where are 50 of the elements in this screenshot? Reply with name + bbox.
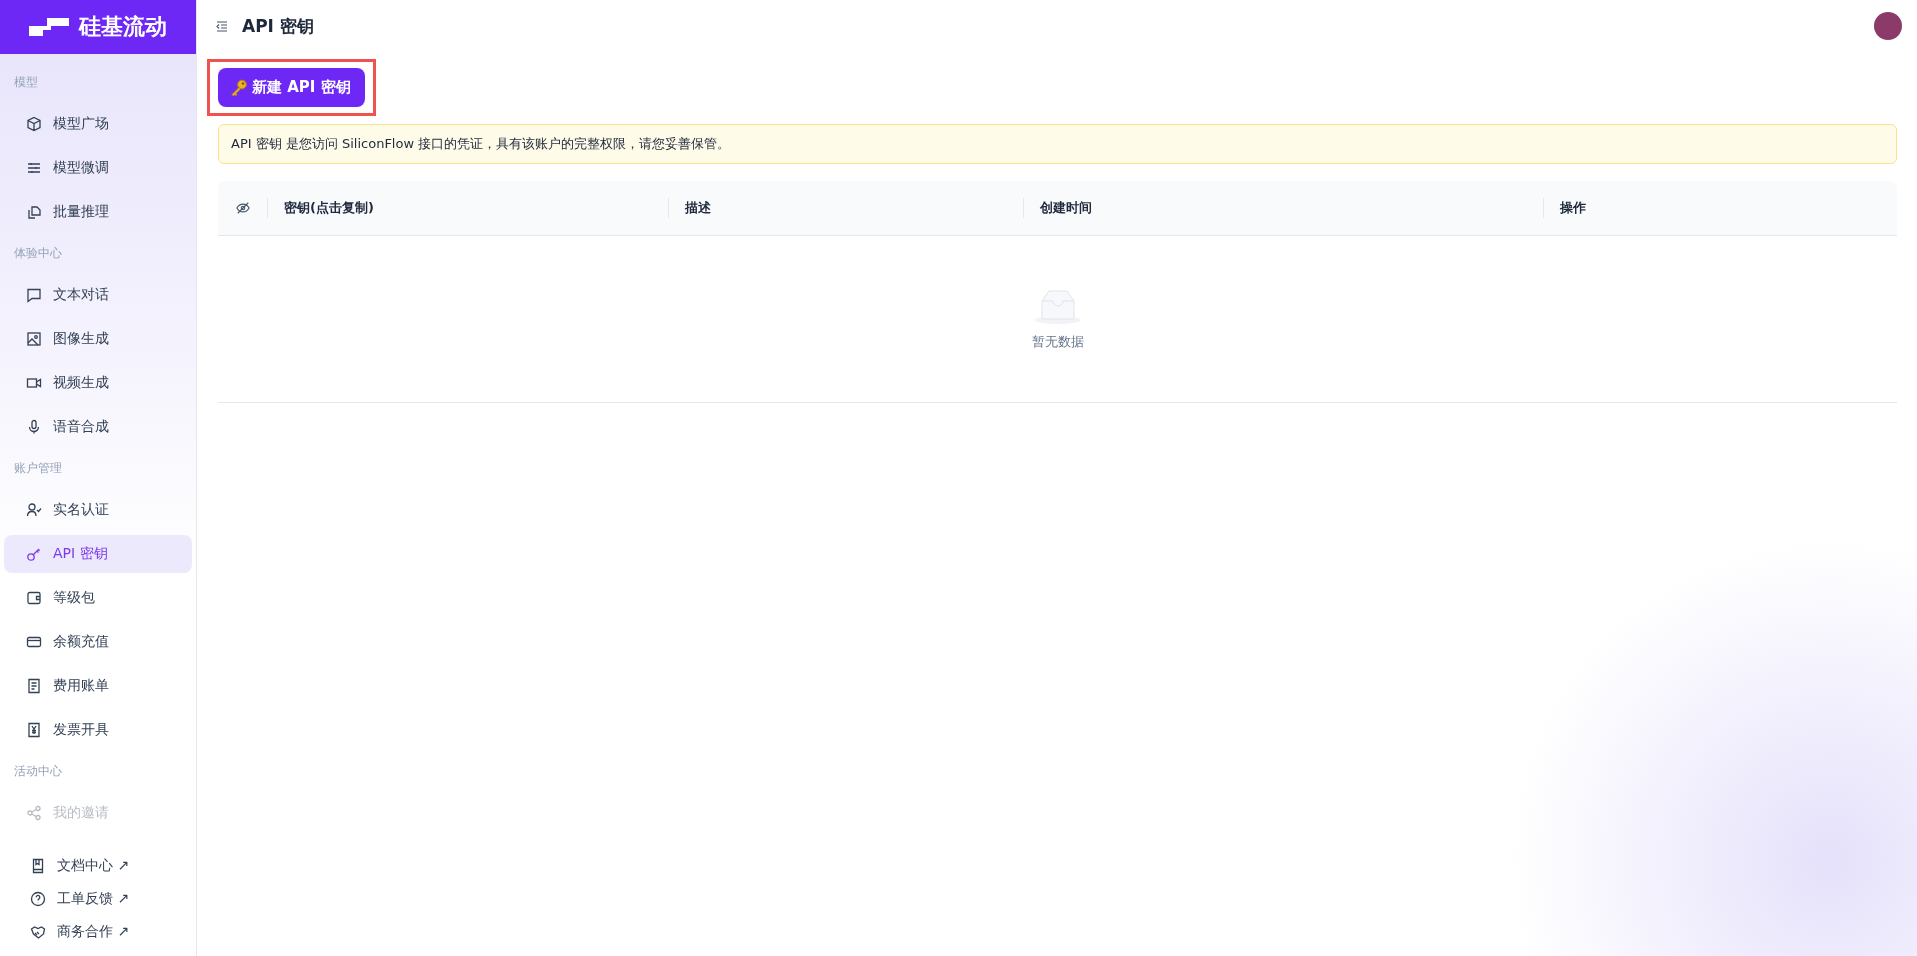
image-icon <box>26 331 42 347</box>
sidebar-item[interactable]: 文本对话 <box>4 276 192 314</box>
sidebar-item[interactable]: 图像生成 <box>4 320 192 358</box>
empty-text: 暂无数据 <box>1031 333 1084 351</box>
sidebar-item[interactable]: API 密钥 <box>4 535 192 573</box>
page-title: API 密钥 <box>242 14 314 38</box>
section-title: 活动中心 <box>13 763 63 780</box>
sidebar-item[interactable]: 费用账单 <box>4 667 192 705</box>
book-icon <box>30 857 46 874</box>
copy-icon <box>26 204 42 220</box>
wallet-icon <box>26 590 42 606</box>
column-header: 操作 <box>1543 198 1897 218</box>
sidebar-item[interactable]: 等级包 <box>4 579 192 617</box>
sidebar-item[interactable]: 模型广场 <box>4 105 192 143</box>
card-icon <box>26 634 42 650</box>
create-api-key-button[interactable]: 新建 API 密钥 <box>218 68 365 107</box>
sidebar-item[interactable]: 批量推理 <box>4 193 192 231</box>
section-title: 模型 <box>13 74 39 91</box>
key-icon <box>230 78 248 97</box>
sidebar-item[interactable]: 语音合成 <box>4 408 192 446</box>
column-header: 密钥(点击复制) <box>267 198 668 218</box>
avatar[interactable] <box>1874 12 1902 40</box>
key-icon <box>26 546 42 562</box>
help-icon <box>30 890 46 907</box>
cube-icon <box>26 116 42 132</box>
sidebar-item[interactable]: 发票开具 <box>4 711 192 749</box>
user-icon <box>26 502 42 518</box>
bill-icon <box>26 678 42 694</box>
sidebar-item[interactable]: 模型微调 <box>4 149 192 187</box>
empty-inbox-icon <box>1033 287 1082 325</box>
video-icon <box>26 375 42 391</box>
section-title: 体验中心 <box>13 245 63 262</box>
logo-text: 硅基流动 <box>79 13 167 41</box>
column-header: 描述 <box>668 198 1023 218</box>
sidebar-item[interactable]: 实名认证 <box>4 491 192 529</box>
share-icon <box>26 805 42 821</box>
sidebar-item[interactable]: 视频生成 <box>4 364 192 402</box>
sidebar-link[interactable]: 文档中心 ↗ <box>4 849 192 882</box>
eye-off-icon[interactable] <box>235 201 250 215</box>
sidebar-link[interactable]: 工单反馈 ↗ <box>4 882 192 915</box>
mic-icon <box>26 419 42 435</box>
sidebar-item[interactable]: 余额充值 <box>4 623 192 661</box>
collapse-menu-icon[interactable] <box>216 20 228 32</box>
chat-icon <box>26 287 42 303</box>
info-notice: API 密钥 是您访问 SiliconFlow 接口的凭证，具有该账户的完整权限，请您妥善保管。 <box>218 124 1897 164</box>
logo-icon <box>29 18 69 36</box>
column-header: 创建时间 <box>1023 198 1543 218</box>
sidebar-link[interactable]: 商务合作 ↗ <box>4 915 192 948</box>
section-title: 账户管理 <box>13 460 63 477</box>
invoice-icon <box>26 722 42 738</box>
